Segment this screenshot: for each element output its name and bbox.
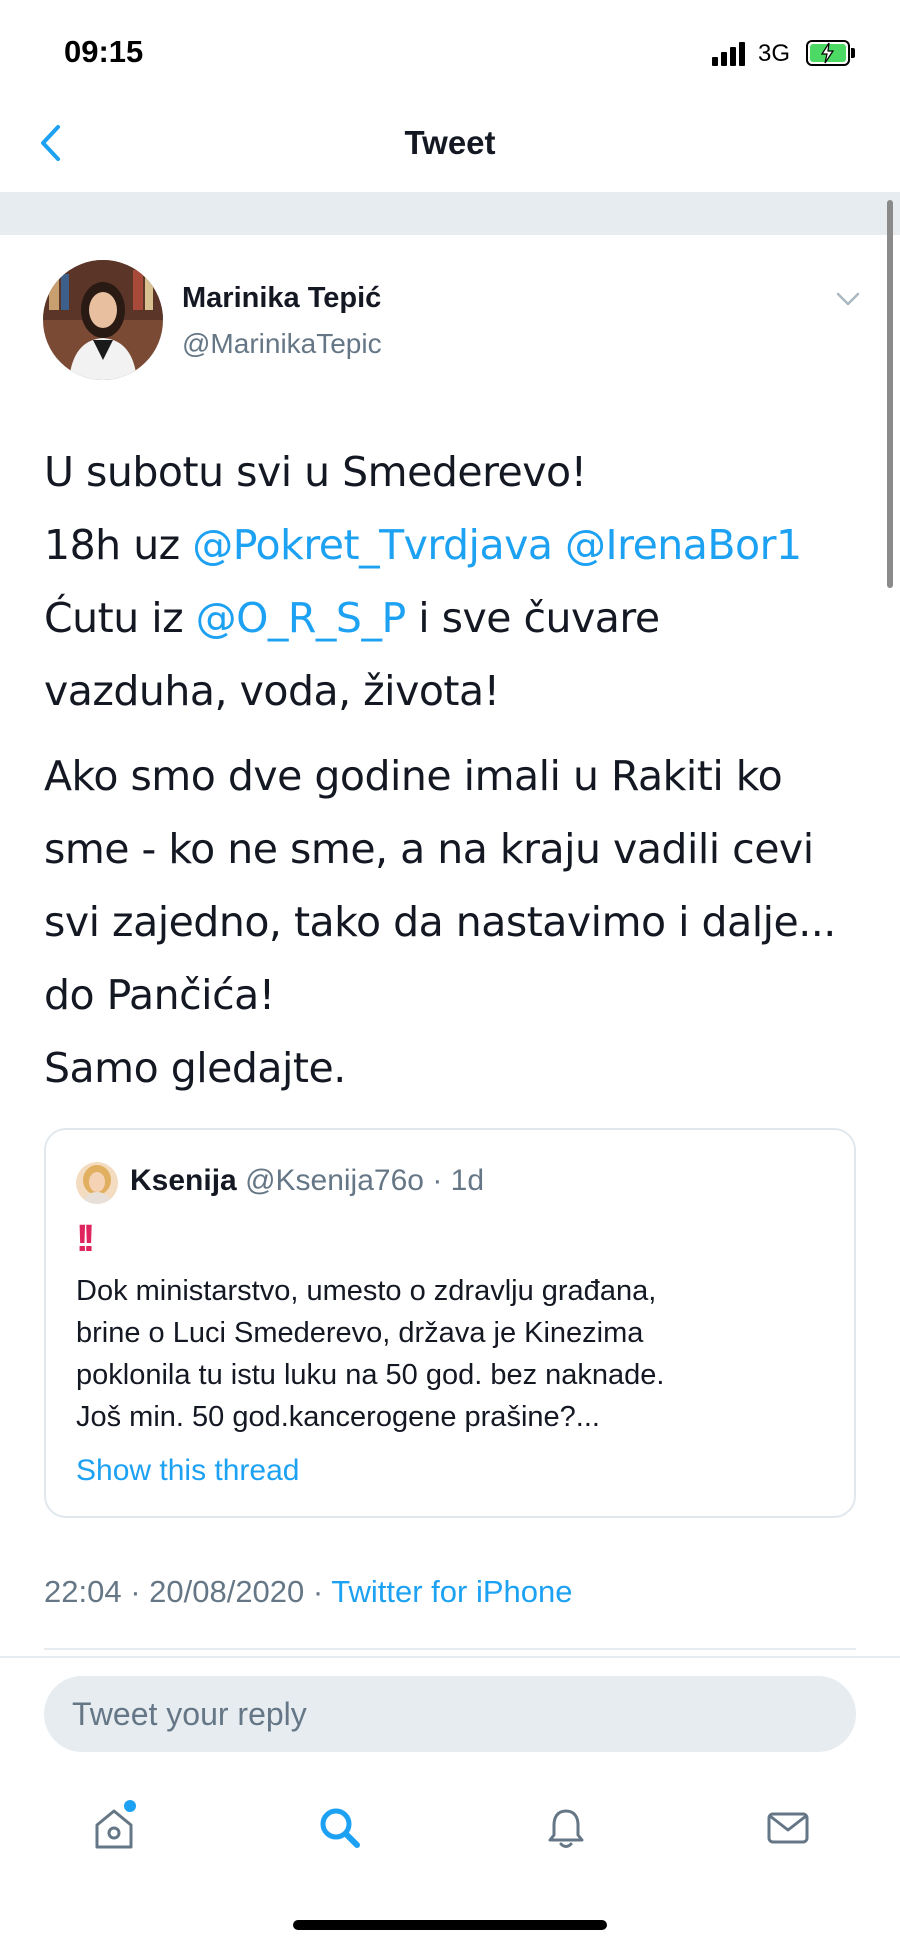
quoted-line: Dok ministarstvo, umesto o zdravlju građ… [76, 1275, 657, 1307]
tweet-line: Ćutu iz @O_R_S_P i sve čuvare [44, 582, 864, 655]
mention-link[interactable]: @IrenaBor1 [565, 521, 802, 569]
quoted-text: Dok ministarstvo, umesto o zdravlju građ… [76, 1270, 836, 1438]
tweet-line: svi zajedno, tako da nastavimo i dalje..… [44, 898, 836, 946]
tweet-line: vazduha, voda, života! [44, 667, 500, 715]
tab-notifications[interactable] [536, 1798, 596, 1858]
tweet-line: do Pančića! [44, 971, 275, 1019]
tweet-line: Samo gledajte. [44, 1044, 346, 1092]
scrollbar[interactable] [887, 200, 893, 588]
quoted-author-handle: @Ksenija76o [245, 1164, 424, 1197]
notification-dot [124, 1800, 136, 1812]
quoted-header: Ksenija @Ksenija76o · 1d [130, 1164, 484, 1198]
home-indicator [293, 1920, 607, 1930]
signal-icon [712, 40, 752, 66]
chevron-down-icon [836, 292, 860, 306]
search-icon [320, 1808, 360, 1848]
tab-home[interactable] [84, 1798, 144, 1858]
tweet-line: 18h uz @Pokret_Tvrdjava @IrenaBor1 [44, 509, 864, 582]
bell-icon [548, 1809, 584, 1848]
quoted-line: brine o Luci Smederevo, država je Kinezi… [76, 1317, 644, 1349]
quoted-author-name: Ksenija [130, 1164, 237, 1197]
tweet-text-segment: Ćutu iz [44, 594, 196, 642]
section-divider [0, 192, 900, 235]
page-title: Tweet [404, 124, 496, 161]
quoted-tweet-card[interactable]: Ksenija @Ksenija76o · 1d !! Dok ministar… [44, 1128, 856, 1518]
tweet-line: sme - ko ne sme, a na kraju vadili cevi [44, 825, 814, 873]
author-name[interactable]: Marinika Tepić [182, 282, 381, 315]
show-thread-link[interactable]: Show this thread [76, 1454, 299, 1488]
mail-icon [767, 1812, 809, 1844]
mention-link[interactable]: @Pokret_Tvrdjava [192, 521, 553, 569]
reply-area [0, 1656, 900, 1948]
tweet-meta: 22:04 · 20/08/2020 · Twitter for iPhone [44, 1574, 572, 1610]
tweet-line: Ako smo dve godine imali u Rakiti ko [44, 752, 783, 800]
quoted-avatar [76, 1162, 118, 1204]
tab-messages[interactable] [758, 1798, 818, 1858]
tweet-text-segment: i sve čuvare [405, 594, 660, 642]
more-options-button[interactable] [830, 284, 866, 314]
tweet-text: U subotu svi u Smederevo! 18h uz @Pokret… [44, 436, 864, 1117]
status-time: 09:15 [64, 34, 144, 69]
status-bar: 09:15 3G [0, 0, 900, 100]
tweet-paragraph: U subotu svi u Smederevo! 18h uz @Pokret… [44, 436, 864, 728]
quoted-line: Još min. 50 god.kancerogene prašine?... [76, 1401, 600, 1433]
battery-icon [806, 40, 856, 66]
divider [44, 1648, 856, 1650]
nav-bar: Tweet [0, 100, 900, 192]
double-exclamation-icon: !! [76, 1218, 95, 1260]
author-avatar[interactable] [43, 260, 163, 380]
tab-search[interactable] [310, 1798, 370, 1858]
tweet-line: U subotu svi u Smederevo! [44, 448, 587, 496]
tweet-source-link[interactable]: Twitter for iPhone [331, 1574, 572, 1609]
reply-input[interactable] [44, 1676, 856, 1752]
network-label: 3G [758, 40, 791, 67]
mention-link[interactable]: @O_R_S_P [196, 594, 407, 642]
quoted-line: poklonila tu istu luku na 50 god. bez na… [76, 1359, 665, 1391]
tweet-paragraph: Ako smo dve godine imali u Rakiti ko sme… [44, 740, 864, 1105]
quoted-time: · 1d [432, 1164, 485, 1197]
tweet-text-segment: 18h uz [44, 521, 193, 569]
author-handle[interactable]: @MarinikaTepic [182, 328, 382, 360]
tweet-timestamp: 22:04 · 20/08/2020 · [44, 1574, 332, 1609]
